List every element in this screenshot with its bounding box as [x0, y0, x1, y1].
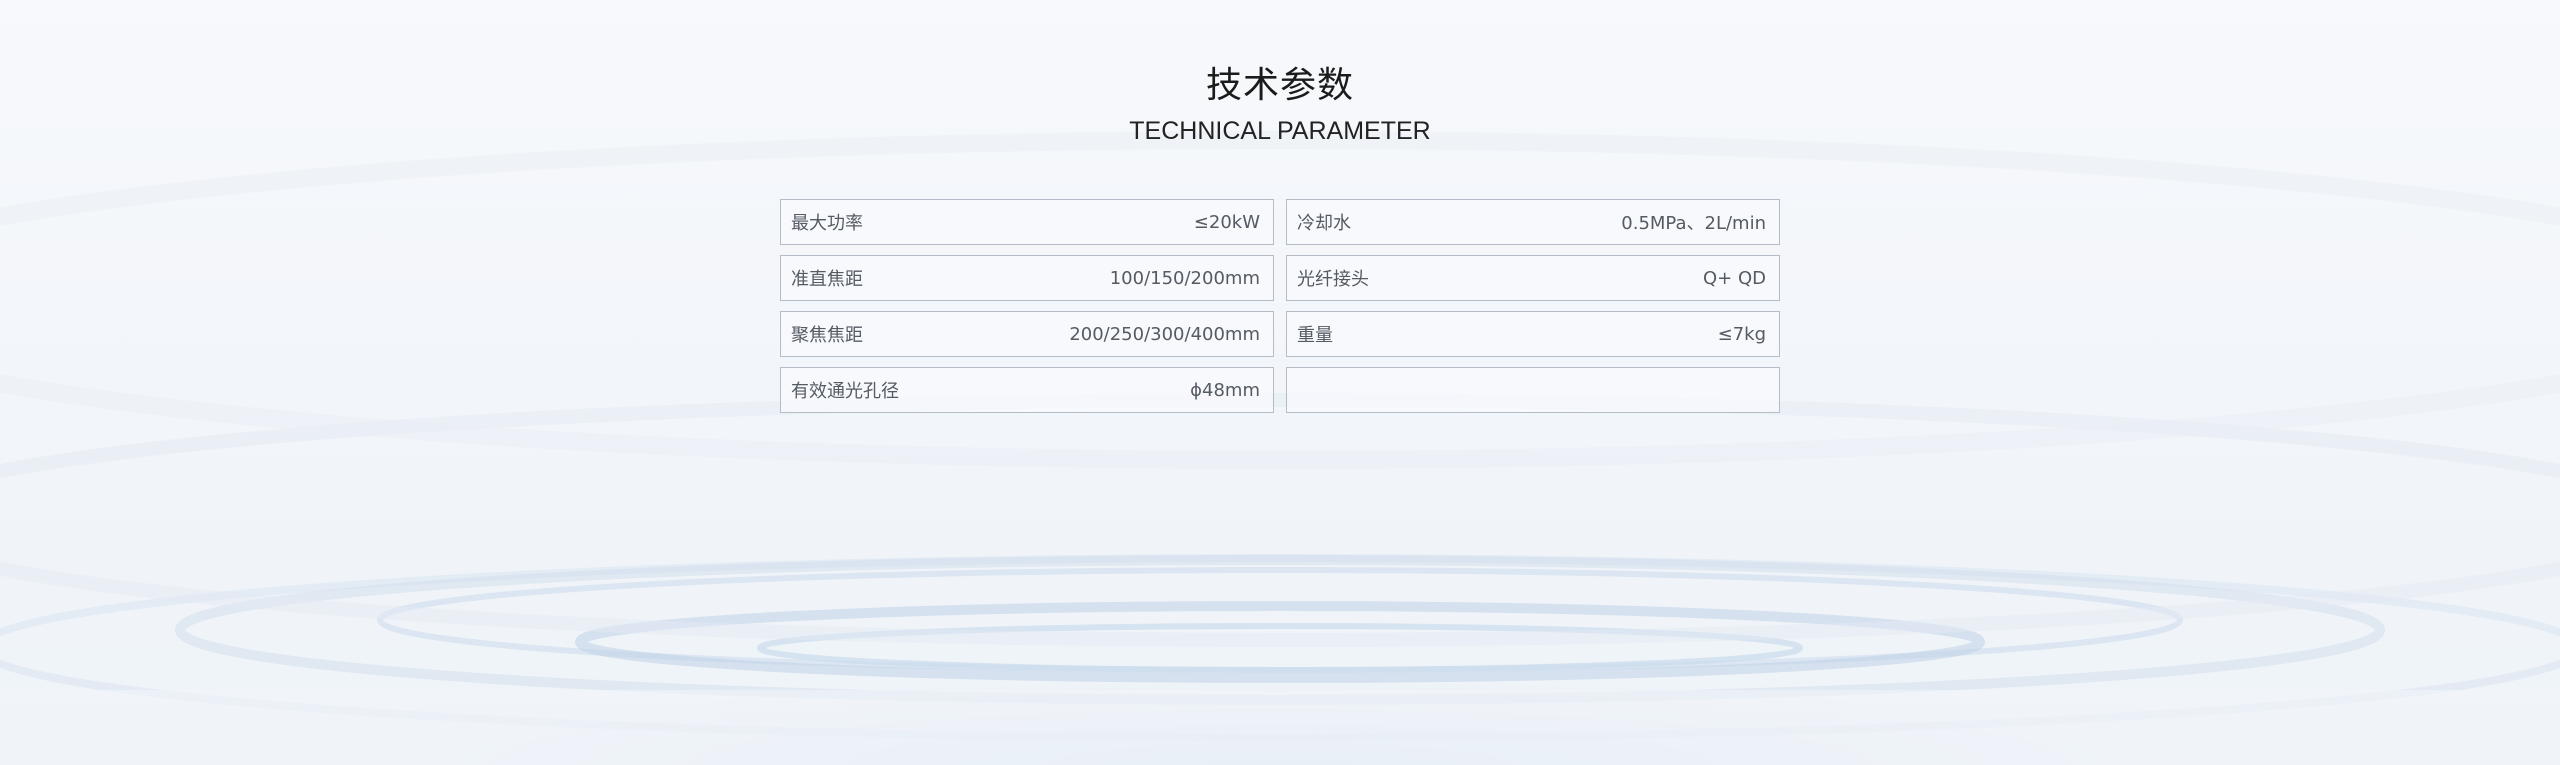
- param-value: Q+ QD: [1703, 267, 1766, 289]
- param-cell: 重量 ≤7kg: [1286, 311, 1780, 357]
- param-value: ≤20kW: [1193, 211, 1260, 233]
- param-value: 200/250/300/400mm: [1069, 323, 1260, 345]
- param-label: 冷却水: [1297, 213, 1351, 234]
- param-cell: 聚焦焦距 200/250/300/400mm: [780, 311, 1274, 357]
- param-value: 100/150/200mm: [1109, 267, 1260, 289]
- param-label: 光纤接头: [1297, 269, 1369, 290]
- parameter-table: 最大功率 ≤20kW 冷却水 0.5MPa、2L/min 准直焦距 100/15…: [780, 199, 1780, 413]
- param-cell: 冷却水 0.5MPa、2L/min: [1286, 199, 1780, 245]
- param-cell: 有效通光孔径 ϕ48mm: [780, 367, 1274, 413]
- param-cell-empty: [1286, 367, 1780, 413]
- param-label: 最大功率: [791, 213, 863, 234]
- section-title: 技术参数: [1205, 65, 1354, 106]
- param-value: ϕ48mm: [1190, 379, 1260, 401]
- param-cell: 最大功率 ≤20kW: [780, 199, 1274, 245]
- param-label: 重量: [1297, 325, 1333, 346]
- param-value: 0.5MPa、2L/min: [1621, 213, 1766, 234]
- param-label: 聚焦焦距: [791, 325, 863, 346]
- param-cell: 准直焦距 100/150/200mm: [780, 255, 1274, 301]
- param-value: ≤7kg: [1717, 323, 1766, 345]
- param-cell: 光纤接头 Q+ QD: [1286, 255, 1780, 301]
- section-header: 技术参数 TECHNICAL PARAMETER: [0, 62, 2560, 148]
- param-label: 有效通光孔径: [791, 381, 899, 402]
- section-subtitle: TECHNICAL PARAMETER: [1129, 117, 1431, 145]
- param-label: 准直焦距: [791, 269, 863, 290]
